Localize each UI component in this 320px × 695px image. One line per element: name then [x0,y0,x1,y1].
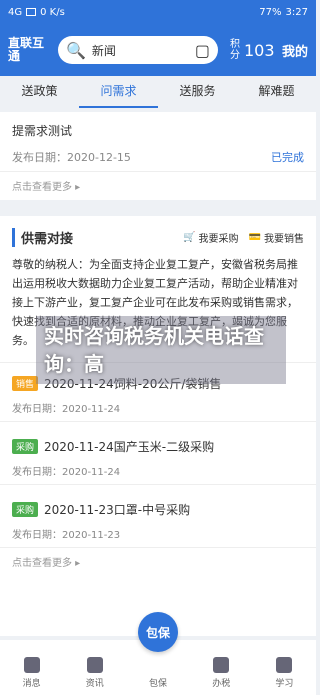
item-date: 发布日期：2020-11-24 [12,467,121,478]
demand-meta: 发布日期：2020-12-15 已完成 [0,149,316,165]
top-bar: 4G 0 K/s 77% 3:27 直联互通 🔍 新闻 ▢ 积分 103 我的 [0,0,316,76]
speed-text: 0 K/s [40,6,65,18]
scan-icon[interactable]: ▢ [195,41,210,60]
overlay-title: 实时咨询税务机关电话查询：高 [36,316,286,384]
nav-label: 消息 [22,679,41,689]
message-icon [23,657,40,673]
tab-problem[interactable]: 解难题 [237,76,316,108]
status-bar: 4G 0 K/s 77% 3:27 [0,0,316,24]
nav-label: 办税 [212,679,231,689]
demand-title[interactable]: 提需求测试 [0,112,316,139]
tax-icon [213,657,230,673]
nav-label: 包保 [149,679,168,689]
tab-demand[interactable]: 问需求 [79,76,158,108]
score-label: 积分 [230,39,240,61]
demand-card: 提需求测试 发布日期：2020-12-15 已完成 点击查看更多 ▸ [0,112,316,200]
list-item[interactable]: 采购 2020-11-24国产玉米-二级采购 发布日期：2020-11-24 [0,428,316,478]
signal-icon [26,8,37,16]
tab-service[interactable]: 送服务 [158,76,237,108]
divider [0,171,316,172]
supply-header: 供需对接 🛒 我要采购 💳 我要销售 [0,216,316,255]
supply-title: 供需对接 [12,228,73,247]
score-value: 103 [244,40,275,60]
buy-button[interactable]: 🛒 我要采购 [183,230,238,245]
buy-badge: 采购 [12,439,39,454]
app-logo: 直联互通 [8,36,45,63]
sell-label: 我要销售 [264,234,304,245]
divider [0,421,316,422]
nav-label: 学习 [275,679,294,689]
nav-label: 资讯 [85,679,104,689]
score[interactable]: 积分 103 [230,39,275,61]
item-title: 2020-11-24国产玉米-二级采购 [44,440,215,454]
battery-text: 77% [259,6,282,18]
nav-messages[interactable]: 消息 [0,657,63,695]
status-badge: 已完成 [271,151,304,164]
buy-badge: 采购 [12,502,39,517]
tab-policy[interactable]: 送政策 [0,76,79,108]
item-date: 发布日期：2020-11-24 [12,404,121,415]
search-bar[interactable]: 🔍 新闻 ▢ [58,36,218,64]
supply-actions: 🛒 我要采购 💳 我要销售 [183,230,304,245]
nav-news[interactable]: 资讯 [63,657,126,695]
news-icon [86,657,103,673]
item-title: 2020-11-23口罩-中号采购 [44,503,191,517]
item-date: 发布日期：2020-11-23 [12,530,121,541]
nav-learn[interactable]: 学习 [253,657,316,695]
supply-card: 供需对接 🛒 我要采购 💳 我要销售 尊敬的纳税人：为全面支持企业复工复产，安徽… [0,216,316,636]
time-text: 3:27 [285,6,308,18]
nav-baobao[interactable]: 包保 [126,657,189,695]
mine-button[interactable]: 我的 [282,41,308,60]
header: 直联互通 🔍 新闻 ▢ 积分 103 我的 [0,24,316,76]
divider [0,547,316,548]
demand-more-link[interactable]: 点击查看更多 ▸ [0,178,316,193]
baobao-fab-button[interactable]: 包保 [138,612,178,652]
signal-text: 4G [8,6,23,18]
learn-icon [276,657,293,673]
buy-label: 我要采购 [198,234,239,245]
divider [0,484,316,485]
nav-tax[interactable]: 办税 [190,657,253,695]
sell-button[interactable]: 💳 我要销售 [249,230,304,245]
demand-date: 发布日期：2020-12-15 [12,151,131,164]
search-icon: 🔍 [66,40,86,60]
sell-badge: 销售 [12,376,39,391]
search-input[interactable]: 新闻 [92,42,195,59]
tab-bar: 送政策 问需求 送服务 解难题 [0,76,316,108]
list-item[interactable]: 采购 2020-11-23口罩-中号采购 发布日期：2020-11-23 [0,491,316,541]
supply-more-link[interactable]: 点击查看更多 ▸ [0,554,316,569]
